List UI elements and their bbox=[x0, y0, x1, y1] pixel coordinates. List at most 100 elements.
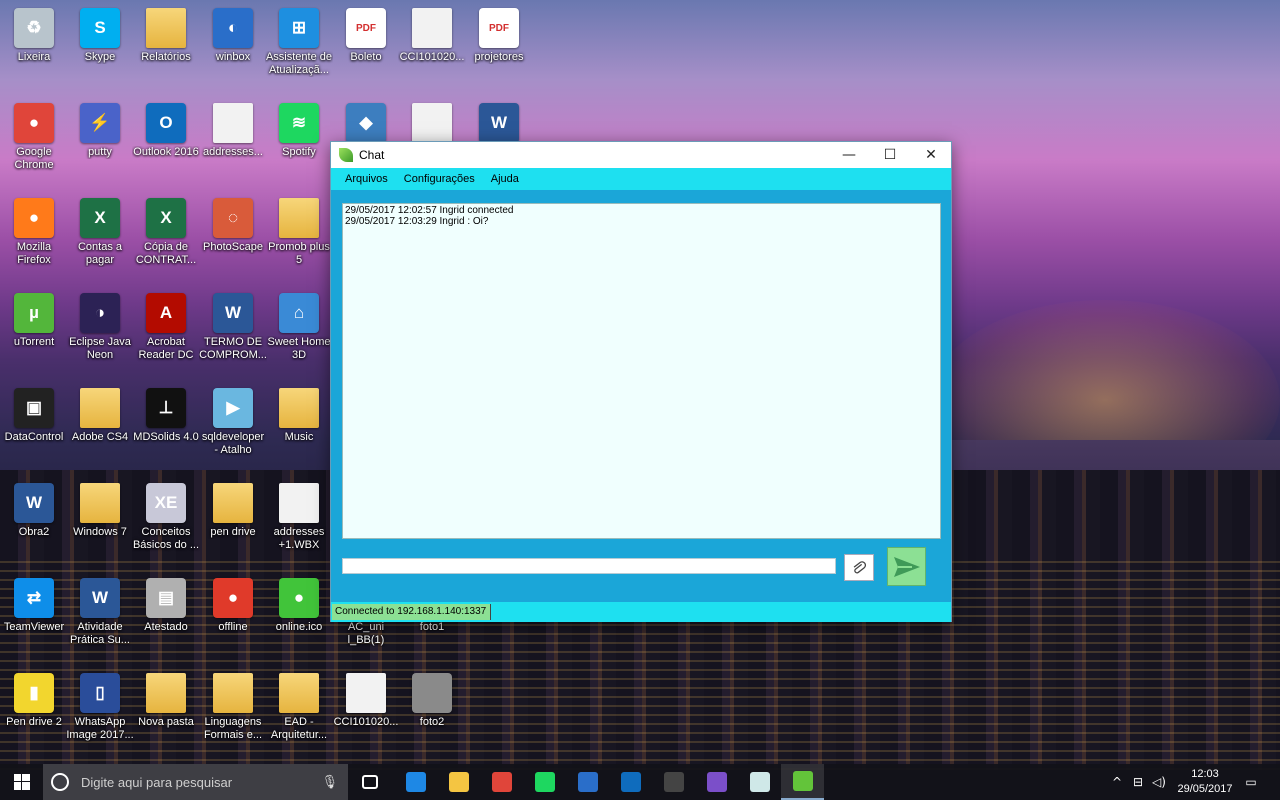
send-button[interactable] bbox=[887, 547, 926, 586]
desktop-icon-label: Spotify bbox=[282, 146, 316, 158]
desktop-icon[interactable]: ⊞ Assistente de Atualizaçã... bbox=[265, 8, 333, 77]
folder-icon bbox=[80, 483, 120, 523]
desktop-icon-label: Nova pasta bbox=[138, 716, 194, 728]
chat-window[interactable]: Chat — ☐ ✕ Arquivos Configurações Ajuda … bbox=[330, 141, 952, 622]
taskbar-task-view[interactable] bbox=[348, 764, 391, 800]
maximize-button[interactable]: ☐ bbox=[870, 142, 910, 168]
attach-button[interactable] bbox=[844, 554, 874, 581]
desktop-icon-label: Windows 7 bbox=[73, 526, 127, 538]
desktop-icon[interactable]: ◐ winbox bbox=[199, 8, 267, 64]
chat-titlebar[interactable]: Chat — ☐ ✕ bbox=[331, 142, 951, 168]
desktop-icon[interactable]: pen drive bbox=[199, 483, 267, 539]
desktop-icon[interactable]: ◆ bbox=[332, 103, 400, 146]
desktop-icon[interactable]: PDF Boleto bbox=[332, 8, 400, 64]
desktop-icon[interactable]: Nova pasta bbox=[132, 673, 200, 729]
close-button[interactable]: ✕ bbox=[911, 142, 951, 168]
desktop-icon[interactable]: X Cópia de CONTRAT... bbox=[132, 198, 200, 267]
desktop-icon[interactable]: W Obra2 bbox=[0, 483, 68, 539]
message-input[interactable] bbox=[342, 558, 836, 574]
desktop-icon[interactable]: W TERMO DE COMPROM... bbox=[199, 293, 267, 362]
desktop-icon[interactable] bbox=[398, 103, 466, 146]
desktop-icon[interactable]: ● offline bbox=[199, 578, 267, 634]
app-icon: X bbox=[80, 198, 120, 238]
tray-expand-icon[interactable]: ^ bbox=[1108, 764, 1126, 800]
desktop-icon-label: foto2 bbox=[419, 716, 445, 728]
taskbar-chrome[interactable] bbox=[480, 764, 523, 800]
desktop-icon[interactable]: addresses... bbox=[199, 103, 267, 159]
status-bar: Connected to 192.168.1.140:1337 bbox=[331, 602, 951, 622]
desktop-icon[interactable]: ♻ Lixeira bbox=[0, 8, 68, 64]
desktop-icon[interactable]: ● online.ico bbox=[265, 578, 333, 634]
menu-ajuda[interactable]: Ajuda bbox=[483, 173, 527, 185]
doc-icon bbox=[279, 483, 319, 523]
taskbar-terminal[interactable] bbox=[652, 764, 695, 800]
desktop-icon[interactable]: EAD - Arquitetur... bbox=[265, 673, 333, 742]
desktop-icon[interactable]: X Contas a pagar bbox=[66, 198, 134, 267]
desktop-icon[interactable]: foto2 bbox=[398, 673, 466, 729]
desktop-icon[interactable]: CCI101020... bbox=[398, 8, 466, 64]
clock[interactable]: 12:03 29/05/2017 bbox=[1168, 767, 1242, 797]
taskbar-chat-app[interactable] bbox=[781, 764, 824, 800]
desktop-icon[interactable]: ⌂ Sweet Home 3D bbox=[265, 293, 333, 362]
desktop-icon[interactable]: ● Mozilla Firefox bbox=[0, 198, 68, 267]
taskbar-outlook[interactable] bbox=[609, 764, 652, 800]
taskbar-spotify[interactable] bbox=[523, 764, 566, 800]
desktop-icon[interactable]: PDF projetores bbox=[465, 8, 533, 64]
desktop-icon[interactable]: S Skype bbox=[66, 8, 134, 64]
desktop-icon[interactable]: ⇄ TeamViewer bbox=[0, 578, 68, 634]
windows-logo-icon bbox=[13, 774, 30, 790]
desktop-icon[interactable]: A Acrobat Reader DC bbox=[132, 293, 200, 362]
desktop-icon[interactable]: Linguagens Formais e... bbox=[199, 673, 267, 742]
desktop-icon-label: projetores bbox=[474, 51, 524, 63]
desktop-icon[interactable]: ◌ PhotoScape bbox=[199, 198, 267, 254]
taskbar-winbox[interactable] bbox=[566, 764, 609, 800]
microphone-icon[interactable]: 🎙 bbox=[321, 774, 338, 790]
desktop-icon[interactable]: ⊥ MDSolids 4.0 bbox=[132, 388, 200, 444]
edge-icon bbox=[405, 772, 426, 792]
taskbar-app-window[interactable] bbox=[738, 764, 781, 800]
desktop-icon[interactable]: µ uTorrent bbox=[0, 293, 68, 349]
desktop-icon[interactable]: Relatórios bbox=[132, 8, 200, 64]
minimize-button[interactable]: — bbox=[829, 142, 869, 168]
desktop-icon[interactable]: XE Conceitos Básicos do ... bbox=[132, 483, 200, 552]
folder-icon bbox=[213, 673, 253, 713]
desktop-icon-label: Adobe CS4 bbox=[71, 431, 129, 443]
desktop-icon[interactable]: O Outlook 2016 bbox=[132, 103, 200, 159]
desktop-icon[interactable]: ▮ Pen drive 2 bbox=[0, 673, 68, 729]
menu-configuracoes[interactable]: Configurações bbox=[396, 173, 483, 185]
desktop-icon-label: addresses +1.WBX bbox=[273, 526, 325, 551]
desktop-icon[interactable]: ≋ Spotify bbox=[265, 103, 333, 159]
desktop-icon[interactable]: ▯ WhatsApp Image 2017... bbox=[66, 673, 134, 742]
desktop-icon[interactable]: addresses +1.WBX bbox=[265, 483, 333, 552]
desktop-icon[interactable]: Music bbox=[265, 388, 333, 444]
desktop-icon[interactable]: ▶ sqldeveloper - Atalho bbox=[199, 388, 267, 457]
taskbar-search[interactable]: Digite aqui para pesquisar 🎙 bbox=[43, 764, 348, 800]
desktop-icon[interactable]: ▣ DataControl bbox=[0, 388, 68, 444]
menu-arquivos[interactable]: Arquivos bbox=[337, 173, 396, 185]
taskbar-edge[interactable] bbox=[394, 764, 437, 800]
desktop-icon[interactable]: CCI101020... bbox=[332, 673, 400, 729]
desktop-icon[interactable]: ◑ Eclipse Java Neon bbox=[66, 293, 134, 362]
desktop-icon[interactable]: Adobe CS4 bbox=[66, 388, 134, 444]
taskbar-visual-studio[interactable] bbox=[695, 764, 738, 800]
desktop-icon[interactable]: W bbox=[465, 103, 533, 146]
message-log[interactable]: 29/05/2017 12:02:57 Ingrid connected 29/… bbox=[342, 203, 941, 539]
desktop-icon-label: online.ico bbox=[275, 621, 323, 633]
desktop-icon-label: Pen drive 2 bbox=[6, 716, 62, 728]
taskbar-file-explorer[interactable] bbox=[437, 764, 480, 800]
network-icon[interactable]: ⊟ bbox=[1128, 764, 1148, 800]
start-button[interactable] bbox=[0, 764, 43, 800]
desktop-icon[interactable]: ● Google Chrome bbox=[0, 103, 68, 172]
app-icon: ▶ bbox=[213, 388, 253, 428]
desktop-icon[interactable]: W Atividade Prática Su... bbox=[66, 578, 134, 647]
app-icon: ● bbox=[14, 198, 54, 238]
volume-icon[interactable]: ◁) bbox=[1148, 764, 1170, 800]
spotify-icon bbox=[534, 772, 555, 792]
doc-icon bbox=[213, 103, 253, 143]
desktop-icon-label: Outlook 2016 bbox=[133, 146, 199, 158]
desktop-icon[interactable]: ▤ Atestado bbox=[132, 578, 200, 634]
desktop-icon[interactable]: Promob plus 5 bbox=[265, 198, 333, 267]
notifications-icon[interactable]: ▭ bbox=[1240, 764, 1262, 800]
desktop-icon[interactable]: Windows 7 bbox=[66, 483, 134, 539]
desktop-icon[interactable]: ⚡ putty bbox=[66, 103, 134, 159]
